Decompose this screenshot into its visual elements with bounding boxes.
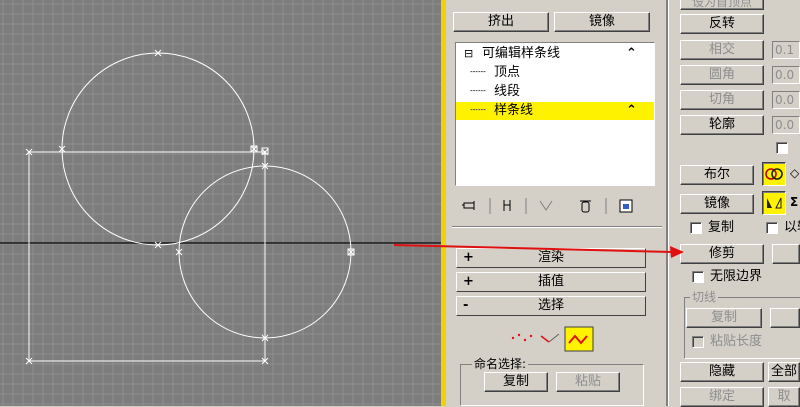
stack-item-label: 顶点: [494, 65, 521, 80]
fillet-value-field[interactable]: 0.0: [772, 66, 800, 84]
stack-item-vertex[interactable]: ┄┄ 顶点: [456, 64, 654, 82]
rectangle-spline: [28, 151, 266, 362]
segment-level-icon[interactable]: [540, 333, 560, 343]
stack-item-label: 可编辑样条线: [482, 46, 561, 61]
bind-button[interactable]: 绑定: [680, 387, 764, 407]
unbind-button[interactable]: 取: [768, 387, 800, 407]
make-unique-icon[interactable]: [539, 200, 553, 211]
mirror-vertical-icon[interactable]: Σ: [790, 195, 800, 211]
hide-button[interactable]: 隐藏: [680, 362, 764, 382]
mirror-horizontal-button[interactable]: [762, 191, 786, 215]
reverse-button[interactable]: 反转: [680, 14, 764, 34]
configure-modifier-sets-icon[interactable]: [619, 199, 633, 213]
infinite-bounds-label: 无限边界: [710, 269, 763, 284]
chamfer-value-field[interactable]: 0.0: [772, 91, 800, 109]
rollout-title: 渲染: [537, 250, 564, 265]
rollout-selection[interactable]: - 选择: [456, 296, 646, 316]
rollout-title: 插值: [537, 274, 564, 289]
circle-spline-upper: [61, 52, 255, 246]
unhide-all-button[interactable]: 全部: [768, 362, 800, 382]
chevron-up-icon[interactable]: ⌃: [626, 45, 637, 63]
named-copy-button[interactable]: 复制: [484, 372, 548, 392]
viewport[interactable]: [0, 0, 446, 406]
vertex-level-icon[interactable]: [511, 333, 533, 342]
stack-item-label: 样条线: [494, 103, 534, 118]
tree-line-icon: ┄┄: [470, 65, 486, 80]
spline-level-button[interactable]: [564, 326, 594, 352]
named-paste-button[interactable]: 粘贴: [556, 372, 620, 392]
stack-toolbar: [460, 196, 660, 216]
rollout-render[interactable]: + 渲染: [456, 248, 646, 268]
mirror-button[interactable]: 镜像: [680, 194, 754, 214]
show-end-result-icon[interactable]: [503, 200, 511, 211]
chevron-up-icon[interactable]: ⌃: [626, 102, 637, 120]
pin-stack-icon[interactable]: [462, 201, 475, 210]
mirror-top-button[interactable]: 镜像: [554, 12, 650, 32]
viewport-canvas[interactable]: [0, 0, 446, 406]
boolean-union-icon: [765, 168, 783, 180]
boolean-union-button[interactable]: [762, 162, 786, 186]
paste-length-label: 粘贴长度: [710, 334, 763, 349]
modifier-stack-list[interactable]: ⊟ 可编辑样条线 ⌃ ┄┄ 顶点 ┄┄ 线段 ┄┄ 样条线 ⌃: [455, 42, 655, 186]
intersect-button[interactable]: 相交: [680, 40, 764, 60]
outline-button[interactable]: 轮廓: [680, 115, 764, 135]
stack-item-label: 线段: [494, 84, 521, 99]
viewport-grid: [0, 0, 446, 406]
named-selection-label: 命名选择:: [472, 357, 529, 371]
fillet-button[interactable]: 圆角: [680, 65, 764, 85]
subobject-level-icons: [505, 326, 595, 352]
trim-button[interactable]: 修剪: [680, 244, 764, 264]
panel-divider: [666, 0, 668, 406]
infinite-bounds-checkbox[interactable]: [692, 271, 704, 283]
tangent-paste-button[interactable]: [770, 308, 800, 328]
stack-divider: [452, 226, 662, 227]
rollout-interpolation[interactable]: + 插值: [456, 272, 646, 292]
mirror-horizontal-icon: [767, 197, 782, 209]
extrude-button[interactable]: 挤出: [453, 12, 549, 32]
outline-value-field[interactable]: 0.0: [772, 116, 800, 134]
stack-item-segment[interactable]: ┄┄ 线段: [456, 83, 654, 101]
stack-item-spline[interactable]: ┄┄ 样条线 ⌃: [456, 102, 654, 120]
set-first-vertex-button[interactable]: 设为首顶点: [680, 0, 764, 10]
intersect-value-field[interactable]: 0.1: [772, 41, 800, 59]
boolean-subtract-icon[interactable]: ◇: [790, 166, 800, 182]
stack-item-editable-spline[interactable]: ⊟ 可编辑样条线 ⌃: [456, 45, 654, 63]
collapse-minus-icon[interactable]: ⊟: [464, 45, 473, 63]
remove-modifier-icon[interactable]: [580, 200, 591, 213]
paste-length-checkbox[interactable]: [692, 336, 704, 348]
chamfer-button[interactable]: 切角: [680, 90, 764, 110]
tangent-copy-button[interactable]: 复制: [686, 308, 762, 328]
extend-button[interactable]: [772, 244, 800, 264]
tree-line-icon: ┄┄: [470, 84, 486, 99]
copy-checkbox-label: 复制: [708, 220, 735, 235]
boolean-button[interactable]: 布尔: [680, 165, 754, 185]
tree-line-icon: ┄┄: [470, 103, 486, 118]
tangent-group: [684, 297, 800, 359]
tangent-group-label: 切线: [690, 290, 719, 304]
center-checkbox[interactable]: [776, 142, 788, 154]
about-pivot-checkbox-label: 以轴: [784, 220, 800, 235]
copy-checkbox[interactable]: [690, 222, 702, 234]
rollout-title: 选择: [537, 298, 564, 313]
about-pivot-checkbox[interactable]: [766, 222, 778, 234]
